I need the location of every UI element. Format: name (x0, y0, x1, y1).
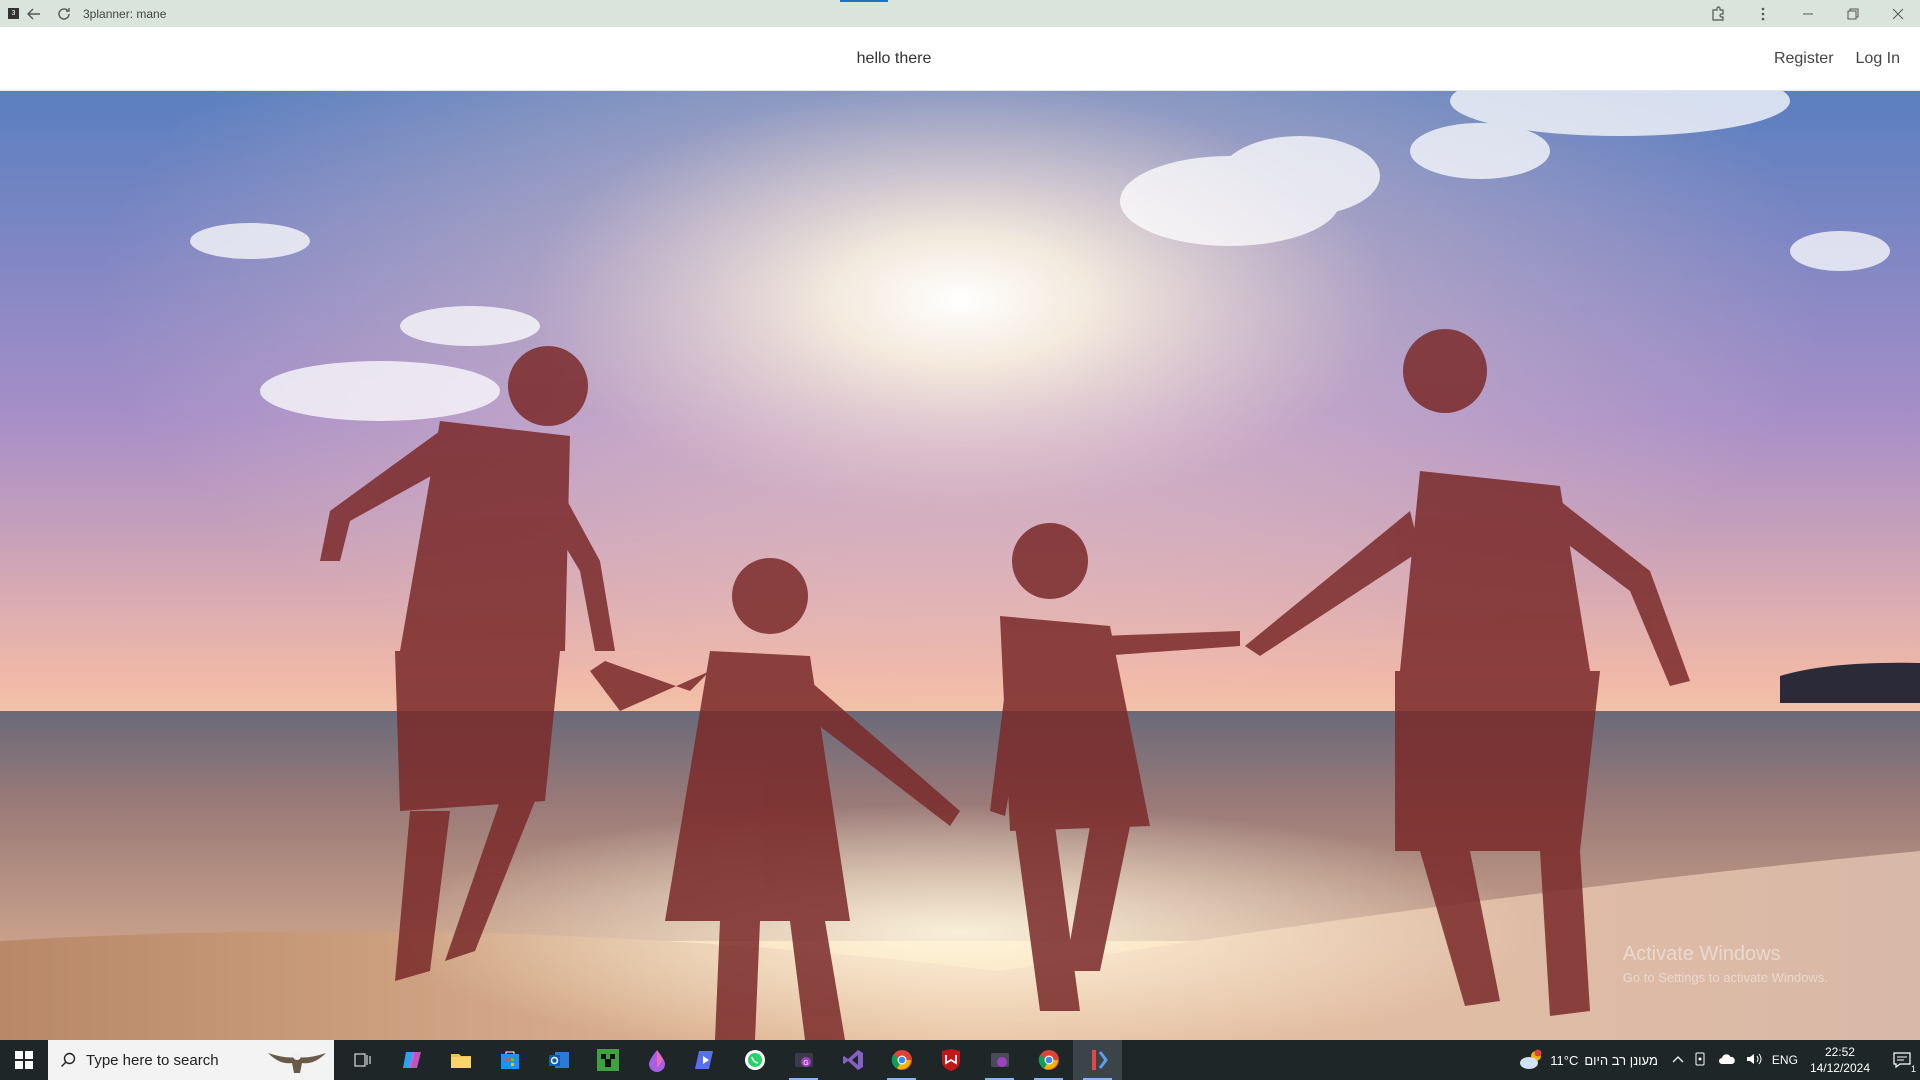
page-title: hello there (856, 50, 932, 67)
taskbar-search-box[interactable]: Type here to search (48, 1040, 334, 1080)
clock-date: 14/12/2024 (1809, 1061, 1870, 1075)
minecraft-icon[interactable] (583, 1040, 632, 1080)
system-tray: 11°C מעונן רב היום ENG 22:52 14/12/2024 (1518, 1040, 1920, 1080)
cloudy-weather-icon (1520, 1049, 1542, 1069)
watermark-title: Activate Windows (1622, 943, 1781, 965)
window-title: 3planner: mane (83, 6, 167, 21)
extensions-icon[interactable] (1695, 0, 1740, 27)
activate-windows-watermark: Activate Windows Go to Settings to activ… (1623, 943, 1828, 985)
windows-logo-icon (15, 1051, 33, 1069)
app-icon: 3 (8, 8, 19, 19)
weather-widget[interactable]: 11°C מעונן רב היום (1518, 1049, 1658, 1071)
paint-drop-icon[interactable] (632, 1040, 681, 1080)
search-highlight-eagle-icon (268, 1052, 326, 1073)
visual-studio-icon[interactable] (828, 1040, 877, 1080)
weather-temp: 11°C (1550, 1052, 1579, 1068)
github-desktop-icon[interactable]: G (779, 1040, 828, 1080)
search-placeholder: Type here to search (86, 1051, 219, 1069)
watermark-subtitle: Go to Settings to activate Windows. (1622, 970, 1828, 985)
chrome-profile-icon[interactable] (1024, 1040, 1073, 1080)
app-g-icon[interactable] (975, 1040, 1024, 1080)
notification-center-icon (1893, 1052, 1911, 1068)
back-icon[interactable] (19, 0, 49, 27)
chevron-up-icon[interactable] (1672, 1053, 1684, 1067)
close-icon[interactable] (1875, 0, 1920, 27)
register-link[interactable]: Register (1774, 50, 1834, 68)
copilot-icon[interactable] (387, 1040, 436, 1080)
task-view-icon[interactable] (338, 1040, 387, 1080)
clock-time: 22:52 (1824, 1045, 1855, 1059)
taskbar-clock[interactable]: 22:52 14/12/2024 (1810, 1044, 1870, 1076)
meet-now-icon[interactable] (1694, 1052, 1708, 1069)
store-icon[interactable] (485, 1040, 534, 1080)
outlook-icon[interactable] (534, 1040, 583, 1080)
restore-icon[interactable] (1830, 0, 1875, 27)
svg-text:G: G (803, 1060, 808, 1067)
page-header: hello there Register Log In (0, 27, 1920, 91)
hero-image: Activate Windows Go to Settings to activ… (0, 91, 1920, 1040)
weather-text: מעונן רב היום (1584, 1052, 1658, 1068)
volume-icon[interactable] (1746, 1052, 1762, 1069)
notification-count: 1 (1910, 1064, 1916, 1074)
language-indicator[interactable]: ENG (1772, 1053, 1798, 1067)
chrome-icon[interactable] (877, 1040, 926, 1080)
file-explorer-icon[interactable] (436, 1040, 485, 1080)
search-icon (61, 1052, 76, 1067)
whatsapp-icon[interactable] (730, 1040, 779, 1080)
minimize-icon[interactable] (1785, 0, 1830, 27)
family-beach-illustration (0, 91, 1920, 1040)
notifications-button[interactable]: 1 (1884, 1040, 1920, 1080)
window-titlebar: 3 3planner: mane (0, 0, 1920, 27)
login-link[interactable]: Log In (1856, 50, 1900, 68)
more-icon[interactable] (1740, 0, 1785, 27)
onedrive-cloud-icon[interactable] (1718, 1053, 1736, 1068)
start-button[interactable] (0, 1040, 48, 1080)
windows-taskbar: Type here to search G 11°C מעונן רב היום… (0, 1040, 1920, 1080)
media-player-icon[interactable] (681, 1040, 730, 1080)
refresh-icon[interactable] (49, 0, 79, 27)
loading-indicator (840, 0, 888, 2)
auth-nav: Register Log In (1774, 27, 1900, 91)
mcafee-icon[interactable] (926, 1040, 975, 1080)
active-app-icon[interactable] (1073, 1040, 1122, 1080)
